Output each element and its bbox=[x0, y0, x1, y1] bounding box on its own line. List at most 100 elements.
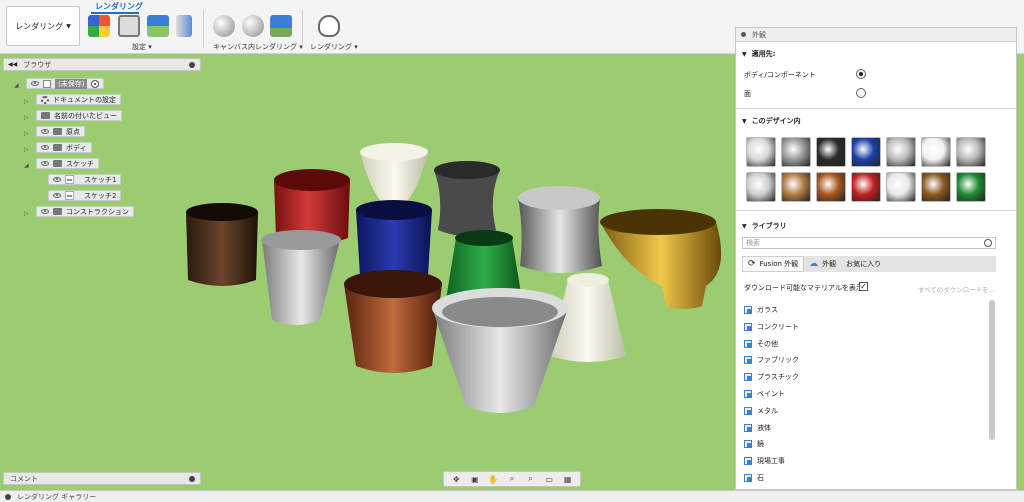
section-collapse-icon[interactable]: ▼ bbox=[742, 51, 747, 58]
library-item[interactable]: ガラス bbox=[744, 304, 778, 316]
library-item[interactable]: 現場工事 bbox=[744, 455, 785, 467]
group-label-render[interactable]: レンダリング ▾ bbox=[310, 42, 358, 52]
model-viewport[interactable] bbox=[170, 130, 730, 430]
browser-panel-header[interactable]: ◀◀ ブラウザ bbox=[3, 58, 201, 71]
material-swatch[interactable] bbox=[851, 137, 881, 167]
tree-expand-icon[interactable]: ▷ bbox=[24, 130, 29, 137]
radio-face[interactable] bbox=[856, 88, 866, 98]
visibility-eye-icon[interactable] bbox=[41, 145, 49, 150]
tree-item-document-settings[interactable]: ドキュメントの設定 bbox=[36, 94, 121, 105]
decal-icon[interactable] bbox=[176, 15, 192, 37]
panel-pin-icon[interactable] bbox=[189, 476, 195, 482]
comments-panel-header[interactable]: コメント bbox=[3, 472, 201, 485]
environment-icon[interactable] bbox=[147, 15, 169, 37]
material-swatch[interactable] bbox=[816, 137, 846, 167]
panel-pin-icon[interactable] bbox=[741, 32, 746, 37]
tab-cloud-appearance[interactable]: ☁ 外観 bbox=[804, 256, 841, 272]
display-settings-icon[interactable]: ▭ bbox=[544, 474, 555, 484]
section-in-design[interactable]: ▼ このデザイン内 bbox=[742, 116, 801, 126]
search-icon[interactable] bbox=[984, 239, 992, 247]
tab-fusion-appearance[interactable]: ⟳ Fusion 外観 bbox=[742, 256, 805, 272]
tree-item-sketch1[interactable]: スケッチ1 bbox=[48, 174, 122, 185]
visibility-eye-icon[interactable] bbox=[53, 193, 61, 198]
collapse-icon[interactable]: ◀◀ bbox=[8, 61, 17, 68]
tree-expand-icon[interactable]: ▷ bbox=[24, 114, 29, 121]
library-scrollbar[interactable] bbox=[989, 300, 995, 440]
zoom-icon[interactable]: ⌕ bbox=[506, 474, 517, 484]
orbit-icon[interactable]: ✥ bbox=[451, 474, 462, 484]
tree-expand-icon[interactable]: ▷ bbox=[24, 210, 29, 217]
material-swatch[interactable] bbox=[746, 137, 776, 167]
group-label-settings[interactable]: 設定 ▾ bbox=[132, 42, 152, 52]
group-label-canvas-render[interactable]: キャンバス内レンダリング ▾ bbox=[213, 42, 303, 52]
look-at-icon[interactable]: ▣ bbox=[469, 474, 480, 484]
visibility-eye-icon[interactable] bbox=[31, 81, 39, 86]
library-item-label: 石 bbox=[757, 474, 764, 482]
library-item[interactable]: 鏡 bbox=[744, 438, 764, 450]
tree-expand-icon[interactable]: ▷ bbox=[24, 146, 29, 153]
render-gallery-bar[interactable]: レンダリング ギャラリー bbox=[0, 490, 1024, 502]
tree-item-origin[interactable]: 原点 bbox=[36, 126, 85, 137]
library-item[interactable]: 液体 bbox=[744, 422, 771, 434]
material-swatch[interactable] bbox=[921, 137, 951, 167]
material-swatch[interactable] bbox=[746, 172, 776, 202]
appearance-panel-header[interactable]: 外観 bbox=[736, 28, 1016, 42]
pan-hand-icon[interactable]: ✋ bbox=[488, 474, 499, 484]
library-item[interactable]: コンクリート bbox=[744, 321, 799, 333]
tab-rendering[interactable]: レンダリング bbox=[95, 1, 143, 12]
tree-item-construction[interactable]: コンストラクション bbox=[36, 206, 134, 217]
material-swatch[interactable] bbox=[921, 172, 951, 202]
section-collapse-icon[interactable]: ▼ bbox=[742, 118, 747, 125]
material-swatch[interactable] bbox=[781, 137, 811, 167]
section-apply-to[interactable]: ▼ 適用先: bbox=[742, 49, 775, 59]
folder-icon bbox=[41, 112, 50, 119]
scene-settings-icon[interactable] bbox=[88, 15, 110, 37]
library-item[interactable]: ペイント bbox=[744, 388, 785, 400]
library-item[interactable]: メタル bbox=[744, 405, 778, 417]
render-capture-icon[interactable] bbox=[242, 15, 264, 37]
library-search-input[interactable]: 検索 bbox=[742, 237, 996, 249]
library-item[interactable]: その他 bbox=[744, 338, 778, 350]
tree-item-sketch2[interactable]: スケッチ2 bbox=[48, 190, 122, 201]
material-swatch[interactable] bbox=[816, 172, 846, 202]
visibility-eye-icon[interactable] bbox=[53, 177, 61, 182]
render-save-icon[interactable] bbox=[270, 15, 292, 37]
material-swatch[interactable] bbox=[956, 172, 986, 202]
library-item[interactable]: ファブリック bbox=[744, 354, 799, 366]
visibility-eye-icon[interactable] bbox=[41, 129, 49, 134]
material-swatch[interactable] bbox=[886, 137, 916, 167]
tree-item-bodies[interactable]: ボディ bbox=[36, 142, 92, 153]
refresh-icon[interactable]: ⟳ bbox=[748, 259, 756, 269]
divider bbox=[736, 108, 1016, 109]
tree-item-sketches[interactable]: スケッチ bbox=[36, 158, 99, 169]
texture-map-icon[interactable] bbox=[118, 15, 140, 37]
section-collapse-icon[interactable]: ▼ bbox=[742, 223, 747, 230]
material-swatch[interactable] bbox=[956, 137, 986, 167]
active-radio-icon[interactable] bbox=[91, 79, 100, 88]
tree-item-root[interactable]: (未保存) bbox=[26, 78, 105, 89]
section-library[interactable]: ▼ ライブラリ bbox=[742, 221, 787, 231]
library-item[interactable]: 石 bbox=[744, 472, 764, 484]
render-stop-icon[interactable] bbox=[213, 15, 235, 37]
radio-body-component[interactable] bbox=[856, 69, 866, 79]
downloadable-materials-checkbox[interactable]: ✓ bbox=[859, 282, 868, 291]
tab-favorites[interactable]: お気に入り bbox=[841, 256, 886, 272]
workspace-switcher[interactable]: レンダリング ▼ bbox=[6, 6, 80, 46]
tree-item-named-views[interactable]: 名前の付いたビュー bbox=[36, 110, 122, 121]
tree-expand-icon[interactable]: ▷ bbox=[24, 98, 29, 105]
tree-expand-icon[interactable]: ◢ bbox=[14, 82, 19, 89]
visibility-eye-icon[interactable] bbox=[41, 161, 49, 166]
panel-pin-icon[interactable] bbox=[5, 493, 11, 500]
grid-settings-icon[interactable]: ▦ bbox=[562, 474, 573, 484]
fit-zoom-icon[interactable]: ⌕ bbox=[525, 474, 536, 484]
tree-item-label: (未保存) bbox=[55, 78, 88, 89]
download-all-link[interactable]: すべてのダウンロードを... bbox=[918, 284, 995, 294]
tree-expand-icon[interactable]: ◢ bbox=[24, 162, 29, 169]
teapot-render-icon[interactable] bbox=[318, 15, 340, 37]
material-swatch[interactable] bbox=[886, 172, 916, 202]
library-item[interactable]: プラスチック bbox=[744, 371, 799, 383]
panel-pin-icon[interactable] bbox=[189, 62, 195, 68]
visibility-eye-icon[interactable] bbox=[41, 209, 49, 214]
material-swatch[interactable] bbox=[851, 172, 881, 202]
material-swatch[interactable] bbox=[781, 172, 811, 202]
